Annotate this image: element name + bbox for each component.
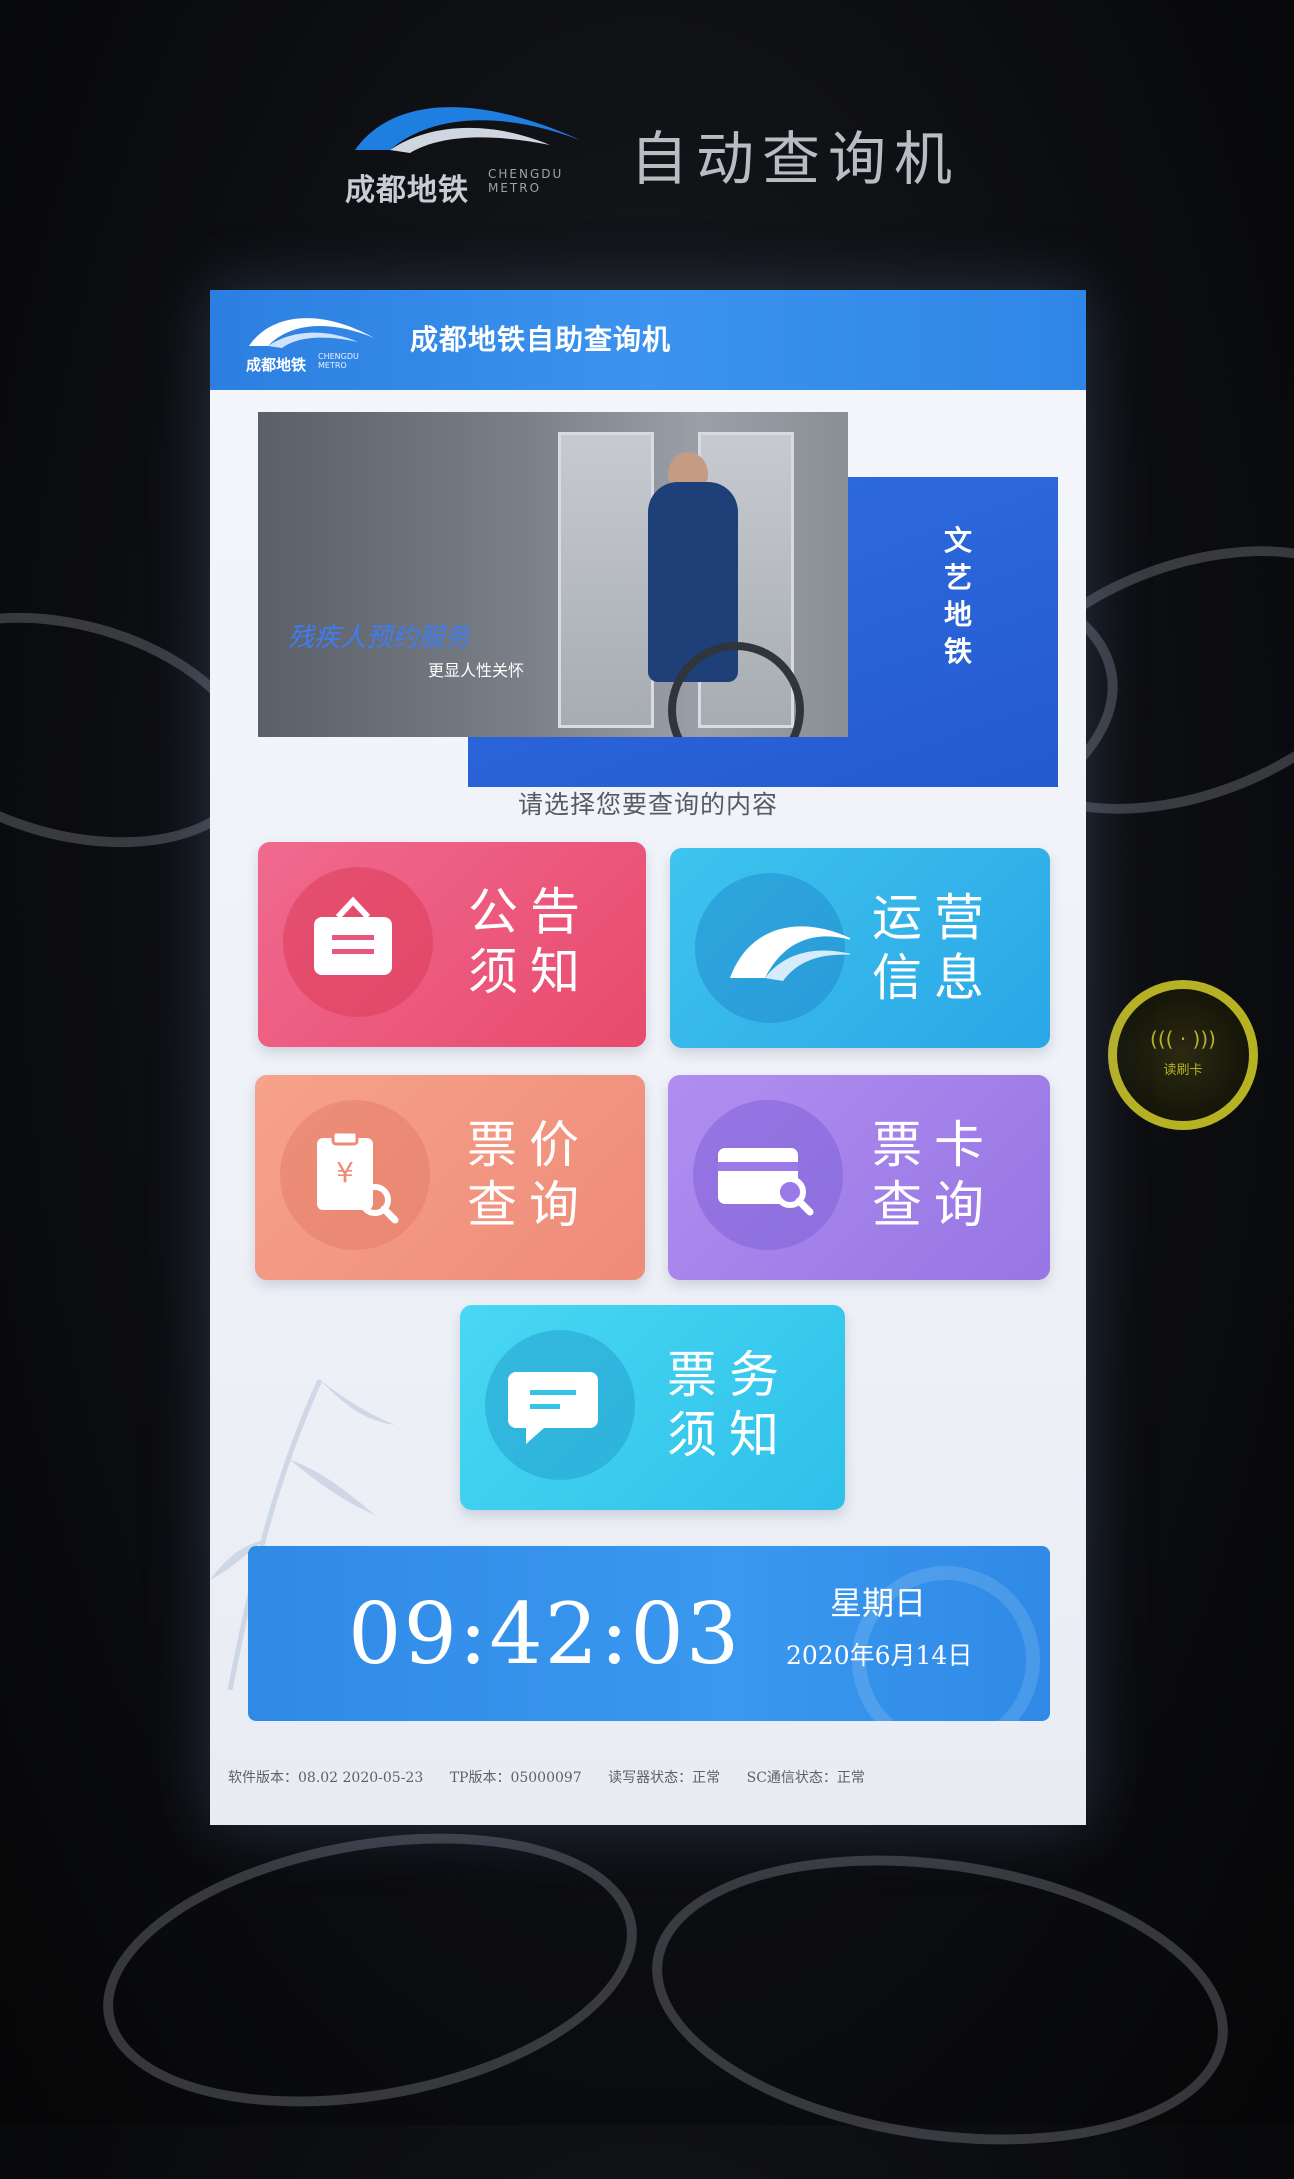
metro-logo-icon (730, 926, 850, 981)
reader-status: 读写器状态：正常 (608, 1770, 721, 1786)
metro-swoosh-icon (355, 107, 580, 153)
chat-bubble-icon (508, 1372, 598, 1444)
kiosk-housing-header: 成都地铁 CHENGDU METRO 自动查询机 (0, 0, 1294, 270)
banner-caption: 残疾人预约服务 (288, 623, 471, 653)
nfc-waves-icon: ((( · ))) (1150, 1027, 1216, 1051)
card-query-label: 票卡查询 (872, 1116, 996, 1234)
housing-title: 自动查询机 (630, 125, 961, 193)
metro-swoosh-icon (249, 318, 374, 348)
glass-reflection (81, 1795, 659, 2145)
notice-label: 公告须知 (468, 883, 592, 1001)
svg-text:¥: ¥ (336, 1156, 354, 1189)
screen-title: 成都地铁自助查询机 (410, 323, 672, 356)
screen-header-logo: 成都地铁 CHENGDU METRO (246, 308, 376, 378)
train-door (558, 432, 654, 728)
housing-logo-subtext: CHENGDU METRO (488, 167, 563, 195)
housing-logo-text: 成都地铁 (345, 173, 469, 208)
selection-prompt: 请选择您要查询的内容 (517, 790, 778, 819)
fare-query-button[interactable]: ¥ 票价查询 (255, 1075, 645, 1280)
ticketing-notice-button[interactable]: 票务须知 (460, 1305, 845, 1510)
card-reader[interactable]: ((( · ))) 读刷卡 (1108, 980, 1258, 1130)
card-query-button[interactable]: 票卡查询 (668, 1075, 1050, 1280)
operations-info-label: 运营信息 (872, 889, 996, 1007)
housing-logo-sub-1: CHENGDU (488, 167, 564, 181)
card-search-icon (718, 1148, 814, 1216)
glass-reflection (633, 1821, 1247, 2179)
sc-comm-status: SC通信状态：正常 (746, 1770, 865, 1786)
banner-subcaption: 更显人性关怀 (428, 661, 525, 680)
software-version: 软件版本：08.02 2020-05-23 (228, 1770, 424, 1786)
banner-side-text: 文艺地铁 (943, 524, 972, 668)
clock-date: 2020年6月14日 (786, 1641, 973, 1670)
fare-search-icon: ¥ (317, 1130, 399, 1224)
tp-version: TP版本：05000097 (449, 1770, 582, 1786)
clock-panel: 09:42:03 星期日 2020年6月14日 (248, 1546, 1050, 1721)
banner-photo: 残疾人预约服务 更显人性关怀 (258, 412, 848, 737)
status-bar: 软件版本：08.02 2020-05-23 TP版本：05000097 读写器状… (228, 1767, 887, 1787)
clock-weekday: 星期日 (830, 1584, 927, 1622)
card-reader-label: 读刷卡 (1163, 1063, 1203, 1078)
kiosk-screen: 成都地铁 CHENGDU METRO 成都地铁自助查询机 残疾人预约服务 更显人… (210, 290, 1086, 1825)
housing-logo-sub-2: METRO (488, 181, 542, 195)
notice-button[interactable]: 公告须知 (258, 842, 646, 1047)
screen-logo-subtext: CHENGDU METRO (318, 352, 359, 370)
promo-banner[interactable]: 残疾人预约服务 更显人性关怀 文艺地铁 (258, 412, 1058, 787)
screen-logo-sub-1: CHENGDU (318, 352, 359, 361)
clipboard-icon (314, 896, 392, 975)
fare-query-label: 票价查询 (467, 1116, 591, 1234)
chengdu-metro-logo: 成都地铁 CHENGDU METRO (340, 95, 590, 208)
ticketing-notice-label: 票务须知 (667, 1346, 791, 1464)
screen-logo-text: 成都地铁 (246, 356, 307, 374)
screen-header: 成都地铁 CHENGDU METRO 成都地铁自助查询机 (210, 290, 1086, 390)
operations-info-button[interactable]: 运营信息 (670, 848, 1050, 1048)
clock-time: 09:42:03 (348, 1585, 742, 1683)
screen-logo-sub-2: METRO (318, 361, 347, 370)
